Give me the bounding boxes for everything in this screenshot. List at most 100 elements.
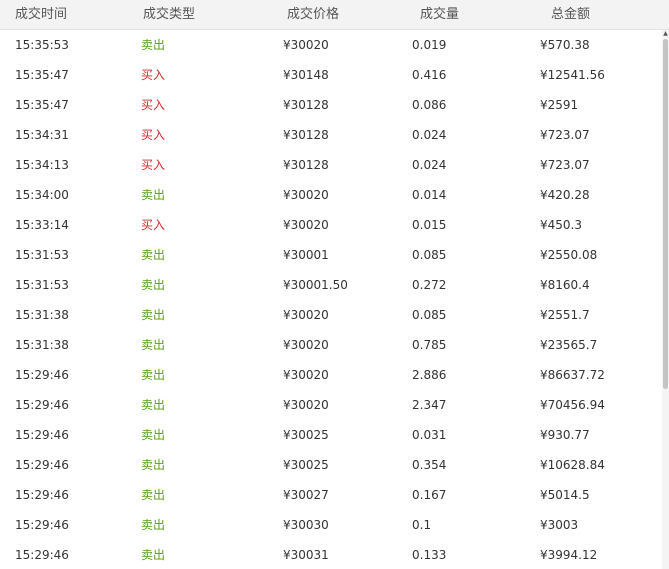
table-row[interactable]: 15:29:46 卖出 ¥30020 2.886 ¥86637.72 [0,360,662,390]
trade-type: 卖出 [141,248,166,262]
trade-type: 卖出 [141,518,166,532]
table-row[interactable]: 15:33:14 买入 ¥30020 0.015 ¥450.3 [0,210,662,240]
trade-time: 15:29:46 [15,428,69,442]
trade-type: 卖出 [141,38,166,52]
trade-quantity: 0.019 [412,38,447,52]
trade-total: ¥12541.56 [540,68,605,82]
trade-type: 卖出 [141,458,166,472]
table-row[interactable]: 15:31:38 卖出 ¥30020 0.085 ¥2551.7 [0,300,662,330]
trade-type: 买入 [141,158,166,172]
trade-type: 卖出 [141,278,166,292]
trade-time: 15:29:46 [15,458,69,472]
trade-time: 15:31:38 [15,308,69,322]
trade-quantity: 0.014 [412,188,447,202]
trade-type: 卖出 [141,188,166,202]
column-header-type[interactable]: 成交类型 [143,0,195,30]
trade-total: ¥723.07 [540,158,590,172]
trade-type: 卖出 [141,338,166,352]
trade-price: ¥30020 [283,188,329,202]
trade-quantity: 0.031 [412,428,447,442]
table-row[interactable]: 15:31:53 卖出 ¥30001 0.085 ¥2550.08 [0,240,662,270]
trade-price: ¥30030 [283,518,329,532]
trade-quantity: 2.347 [412,398,447,412]
trade-total: ¥10628.84 [540,458,605,472]
table-row[interactable]: 15:35:53 卖出 ¥30020 0.019 ¥570.38 [0,30,662,60]
trade-time: 15:29:46 [15,398,69,412]
table-header: 成交时间 成交类型 成交价格 成交量 总金额 [0,0,669,30]
trade-total: ¥570.38 [540,38,590,52]
trade-quantity: 0.085 [412,308,447,322]
table-row[interactable]: 15:29:46 卖出 ¥30025 0.031 ¥930.77 [0,420,662,450]
table-row[interactable]: 15:29:46 卖出 ¥30020 2.347 ¥70456.94 [0,390,662,420]
trade-total: ¥450.3 [540,218,582,232]
trade-quantity: 0.167 [412,488,447,502]
scroll-up-arrow-icon[interactable]: ▲ [662,30,669,38]
column-header-price[interactable]: 成交价格 [287,0,339,30]
trade-total: ¥420.28 [540,188,590,202]
table-row[interactable]: 15:29:46 卖出 ¥30025 0.354 ¥10628.84 [0,450,662,480]
trade-quantity: 2.886 [412,368,447,382]
table-row[interactable]: 15:35:47 买入 ¥30128 0.086 ¥2591 [0,90,662,120]
trade-history-panel: 成交时间 成交类型 成交价格 成交量 总金额 15:35:53 卖出 ¥30020 0… [0,0,669,569]
table-row[interactable]: 15:31:53 卖出 ¥30001.50 0.272 ¥8160.4 [0,270,662,300]
trade-price: ¥30025 [283,458,329,472]
trade-price: ¥30020 [283,38,329,52]
trade-time: 15:35:47 [15,68,69,82]
trade-total: ¥70456.94 [540,398,605,412]
table-row[interactable]: 15:29:46 卖出 ¥30027 0.167 ¥5014.5 [0,480,662,510]
column-header-quantity[interactable]: 成交量 [420,0,459,30]
trade-total: ¥723.07 [540,128,590,142]
table-row[interactable]: 15:31:38 卖出 ¥30020 0.785 ¥23565.7 [0,330,662,360]
trade-time: 15:34:13 [15,158,69,172]
trade-price: ¥30128 [283,158,329,172]
trade-time: 15:35:53 [15,38,69,52]
trade-time: 15:34:00 [15,188,69,202]
trade-type: 买入 [141,98,166,112]
trade-total: ¥2551.7 [540,308,590,322]
trade-price: ¥30020 [283,218,329,232]
trade-total: ¥2591 [540,98,579,112]
trade-price: ¥30128 [283,98,329,112]
trade-price: ¥30020 [283,308,329,322]
trade-time: 15:35:47 [15,98,69,112]
trade-time: 15:29:46 [15,488,69,502]
trade-quantity: 0.785 [412,338,447,352]
trade-quantity: 0.272 [412,278,447,292]
trade-quantity: 0.1 [412,518,432,532]
trade-table-body: 15:35:53 卖出 ¥30020 0.019 ¥570.38 15:35:47 买入 ¥3… [0,30,662,569]
trade-quantity: 0.354 [412,458,447,472]
trade-total: ¥2550.08 [540,248,598,262]
trade-price: ¥30031 [283,548,329,562]
table-row[interactable]: 15:34:13 买入 ¥30128 0.024 ¥723.07 [0,150,662,180]
trade-total: ¥86637.72 [540,368,605,382]
trade-total: ¥5014.5 [540,488,590,502]
scrollbar-thumb[interactable] [663,39,668,389]
trade-type: 买入 [141,128,166,142]
trade-price: ¥30001 [283,248,329,262]
table-row[interactable]: 15:29:46 卖出 ¥30031 0.133 ¥3994.12 [0,540,662,569]
trade-price: ¥30001.50 [283,278,348,292]
table-row[interactable]: 15:34:00 卖出 ¥30020 0.014 ¥420.28 [0,180,662,210]
trade-price: ¥30148 [283,68,329,82]
trade-price: ¥30020 [283,338,329,352]
trade-type: 买入 [141,218,166,232]
trade-time: 15:29:46 [15,548,69,562]
trade-quantity: 0.133 [412,548,447,562]
trade-total: ¥8160.4 [540,278,590,292]
trade-time: 15:31:53 [15,278,69,292]
trade-type: 买入 [141,68,166,82]
table-row[interactable]: 15:29:46 卖出 ¥30030 0.1 ¥3003 [0,510,662,540]
vertical-scrollbar[interactable]: ▲ [662,30,669,569]
trade-time: 15:29:46 [15,368,69,382]
column-header-time[interactable]: 成交时间 [15,0,67,30]
trade-price: ¥30020 [283,368,329,382]
trade-price: ¥30128 [283,128,329,142]
trade-quantity: 0.416 [412,68,447,82]
trade-total: ¥23565.7 [540,338,598,352]
table-row[interactable]: 15:34:31 买入 ¥30128 0.024 ¥723.07 [0,120,662,150]
table-row[interactable]: 15:35:47 买入 ¥30148 0.416 ¥12541.56 [0,60,662,90]
trade-quantity: 0.015 [412,218,447,232]
column-header-total[interactable]: 总金额 [551,0,590,30]
trade-price: ¥30025 [283,428,329,442]
trade-time: 15:34:31 [15,128,69,142]
